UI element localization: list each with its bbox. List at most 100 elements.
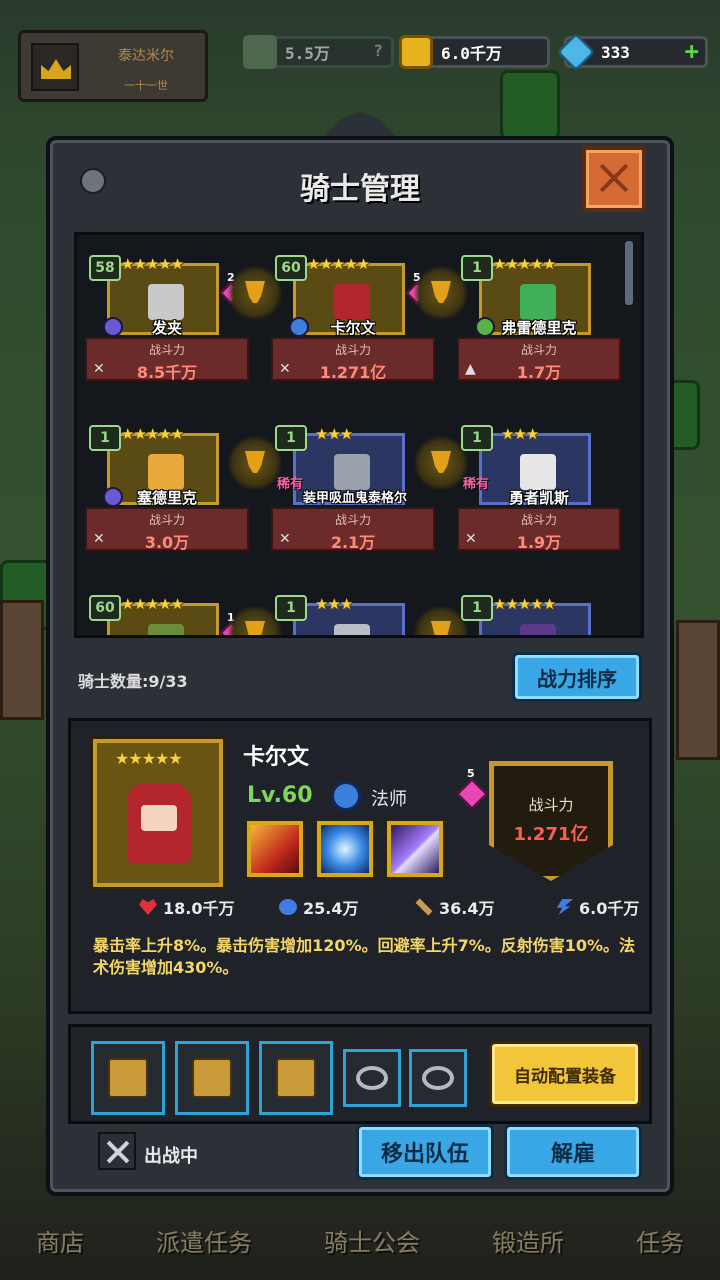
knight-detail-panel: ★★★★★ 卡尔文 Lv.60 法师 5 战斗力 1.271亿 18.0千万 2… [68,718,652,1014]
selected-knight-stars: ★★★★★ [115,749,183,768]
nav-quests[interactable]: 任务 [636,1223,684,1258]
remove-from-team-button[interactable]: 移出队伍 [356,1124,494,1180]
close-button[interactable] [582,146,646,212]
knight-stars: ★★★★★ [121,595,184,613]
knight-name: 塞德里克 [136,489,197,507]
knight-stars: ★★★★★ [493,255,556,273]
hp-stat: 18.0千万 [139,895,234,919]
mage-class-icon [331,781,361,811]
rank-gem: 5 [456,767,488,811]
nav-dispatch[interactable]: 派遣任务 [156,1223,252,1258]
building [0,600,44,720]
mp-value: 25.4万 [303,899,359,918]
tree [500,70,560,140]
scroll-icon [192,1058,232,1098]
equip-slot-ring[interactable] [343,1049,401,1107]
equip-slot-scroll[interactable] [175,1041,249,1115]
knight-stars: ★★★★★ [121,255,184,273]
knight-card[interactable]: 1 ★★★★★ 塞德里克 战斗力 ✕ 3.0万 [81,415,249,565]
equip-slot-ring[interactable] [409,1049,467,1107]
knight-power: 战斗力 ✕ 3.0万 [85,507,249,552]
gold-coin-icon [399,35,433,69]
knight-name: 卡尔文 [330,319,376,337]
skill-lightning-icon[interactable] [387,821,443,877]
knight-stars: ★★★ [315,425,353,443]
gold-resource: 6.0千万 [399,35,550,69]
knight-name: 装甲吸血鬼泰格尔 [302,491,407,506]
knight-card[interactable]: 60 ★★★★★ 卡尔文 战斗力 ✕ 1.271亿 5 [267,245,435,395]
knight-card[interactable]: 60 ★★★★★ 1 [81,585,245,635]
hp-value: 18.0千万 [163,899,235,918]
knight-card[interactable]: 1 ★★★ 稀有 装甲吸血鬼泰格尔 战斗力 ✕ 2.1万 [267,415,435,565]
equip-slot-armor[interactable] [259,1041,333,1115]
knight-power: 战斗力 ▲ 1.7万 [457,337,621,382]
gem-resource: 333 + [556,32,708,72]
knight-card[interactable]: 1 ★★★ [267,585,431,635]
nav-forge[interactable]: 锻造所 [492,1223,564,1258]
knight-card[interactable]: 1 ★★★★★ [453,585,617,635]
auto-equip-button[interactable]: 自动配置装备 [489,1041,641,1107]
knight-card[interactable]: 1 ★★★ 稀有 勇者凯斯 战斗力 ✕ 1.9万 [453,415,621,565]
scrollbar[interactable] [625,241,633,305]
power-label: 战斗力 [520,343,557,357]
attack-stat: 36.4万 [415,895,494,919]
knight-level: 60 [89,595,121,621]
nav-shop[interactable]: 商店 [36,1223,84,1258]
knight-count: 骑士数量:9/33 [78,672,188,691]
power-value: 1.271亿 [319,363,387,382]
selected-knight-name: 卡尔文 [243,745,310,770]
power-icon [243,35,277,69]
knight-card[interactable]: 1 ★★★★★ 弗雷德里克 战斗力 ▲ 1.7万 [453,245,621,395]
knight-power: 战斗力 ✕ 2.1万 [271,507,435,552]
knight-stars: ★★★ [315,595,353,613]
knight-stars: ★★★ [501,425,539,443]
building [676,620,720,760]
power-value: 2.1万 [330,533,376,552]
knight-level: 1 [89,425,121,451]
knight-power: 战斗力 ✕ 1.271亿 [271,337,435,382]
power-value: 3.0万 [144,533,190,552]
power-label: 战斗力 [528,796,574,814]
ring-icon [356,1066,388,1090]
knight-stars: ★★★★★ [307,255,370,273]
nav-guild[interactable]: 骑士公会 [324,1223,420,1258]
knight-level: 60 [275,255,307,281]
dialog-title: 骑士管理 [300,172,420,207]
knight-level: 1 [461,425,493,451]
knight-card[interactable]: 58 ★★★★★ 发夹 战斗力 ✕ 8.5千万 2 [81,245,249,395]
selected-knight-level: Lv.60 [247,783,313,808]
magic-stat: 6.0千万 [555,895,639,919]
knight-management-dialog: 骑士管理 58 ★★★★★ 发夹 战斗力 ✕ 8.5千万 2 60 ★★★★★ … [46,136,674,1196]
sort-by-power-button[interactable]: 战力排序 [512,652,642,702]
scroll-icon [108,1058,148,1098]
magic-value: 6.0千万 [579,899,640,918]
selected-knight-class: 法师 [371,789,407,810]
equip-slot-scroll[interactable] [91,1041,165,1115]
player-name: 泰达米尔 [118,48,174,64]
ring-icon [422,1066,454,1090]
knight-grid[interactable]: 58 ★★★★★ 发夹 战斗力 ✕ 8.5千万 2 60 ★★★★★ 卡尔文 战… [74,232,644,638]
knight-level: 1 [461,255,493,281]
armor-icon [276,1058,316,1098]
knight-stars: ★★★★★ [121,425,184,443]
lightning-icon [556,899,573,915]
knight-level: 1 [461,595,493,621]
dismiss-button[interactable]: 解雇 [504,1124,642,1180]
in-battle-status: 出战中 [144,1146,198,1167]
power-resource: 5.5万 ? [243,35,394,69]
sword-icon [415,898,433,916]
equipment-row: 自动配置装备 [68,1024,652,1124]
crown-icon [31,43,79,91]
knight-name: 发夹 [151,319,182,337]
power-label: 战斗力 [520,513,557,527]
attack-value: 36.4万 [439,899,495,918]
crossed-swords-icon [98,1132,136,1170]
player-badge[interactable]: 泰达米尔 一十一世 [18,30,208,102]
knight-sprite [127,783,191,863]
add-gems-button[interactable]: + [685,37,699,65]
knight-power: 战斗力 ✕ 1.9万 [457,507,621,552]
knight-name: 弗雷德里克 [501,319,577,337]
power-value: 1.9万 [516,533,562,552]
skill-fire-icon[interactable] [247,821,303,877]
skill-vortex-icon[interactable] [317,821,373,877]
